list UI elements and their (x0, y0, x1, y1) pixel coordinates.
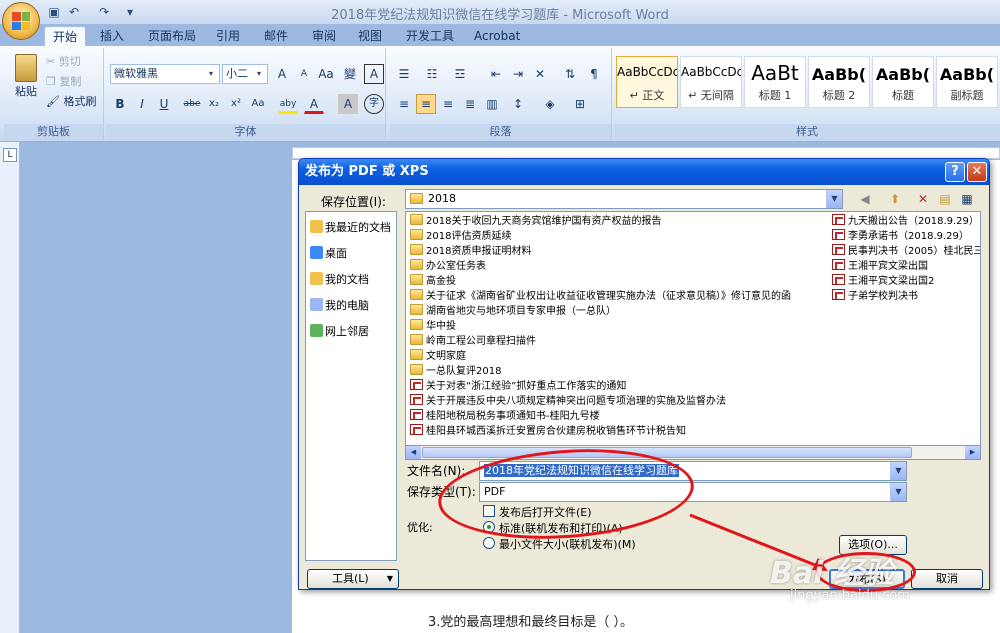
watermark-url: jingyan.baidu.com (790, 588, 910, 603)
annotation-arrow (689, 513, 828, 571)
office-logo-icon (12, 12, 30, 30)
office-button[interactable] (2, 2, 40, 40)
watermark-brand: Bai 经验 (770, 556, 894, 591)
baidu-watermark: Bai 经验 jingyan.baidu.com (770, 548, 1000, 633)
